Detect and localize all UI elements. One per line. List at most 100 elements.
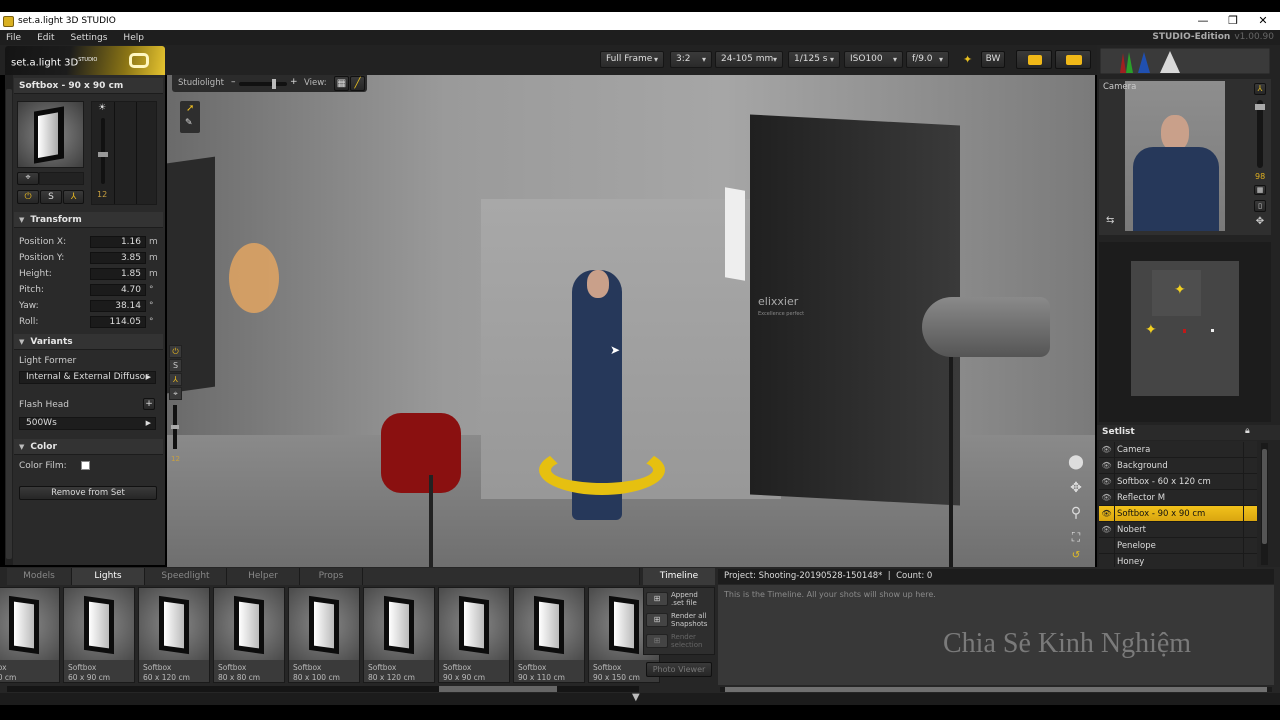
append-set-file-button[interactable]: ⊞ [646,592,668,606]
setlist-item[interactable]: 👁︎ Background [1099,458,1257,474]
reset-view-icon[interactable]: ↺ [1066,546,1086,566]
color-header[interactable]: ▼ Color [14,439,163,455]
aperture-dropdown[interactable]: f/9.0 [906,51,949,68]
menu-file[interactable]: File [0,33,27,43]
variants-header[interactable]: ▼ Variants [14,334,163,350]
remove-from-set-button[interactable]: Remove from Set [19,486,157,500]
power-slider[interactable] [98,118,108,184]
library-tab-props[interactable]: Props [300,568,363,585]
transform-value-input[interactable]: 38.14 [90,300,146,312]
library-tab-helper[interactable]: Helper [227,568,300,585]
portrait-toggle-icon[interactable]: ▯ [1254,200,1266,212]
stand-button[interactable]: ⅄ [63,190,84,204]
eye-icon[interactable]: 👁︎ [1099,458,1115,473]
menu-help[interactable]: Help [117,33,150,43]
ratio-dropdown[interactable]: 3:2 [670,51,712,68]
library-item[interactable]: Softbox 80 x 80 cm [213,587,285,683]
render-button[interactable] [1055,50,1091,69]
library-item[interactable]: Softbox 60 x 90 cm [63,587,135,683]
setlist-item-lock[interactable] [1243,490,1257,505]
camera-preview-image[interactable] [1125,81,1225,231]
side-slider-handle[interactable] [171,425,179,429]
library-scrollbar[interactable] [7,686,639,692]
eye-icon[interactable] [1099,538,1115,553]
setlist-item[interactable]: 👁︎ Reflector M [1099,490,1257,506]
transform-header[interactable]: ▼ Transform [14,212,163,228]
side-stand-button[interactable]: ⅄ [169,373,182,386]
close-button[interactable]: ✕ [1248,12,1278,30]
transform-value-input[interactable]: 4.70 [90,284,146,296]
slider-handle[interactable] [1255,104,1265,110]
render-all-button[interactable]: ⊞ [646,613,668,627]
maximize-button[interactable]: ❐ [1218,12,1248,30]
eye-icon[interactable]: 👁︎ [1099,522,1115,537]
setlist-item[interactable]: 👁︎ Nobert [1099,522,1257,538]
pan-icon[interactable]: ✥ [1066,478,1086,498]
flash-head-main[interactable] [922,297,1050,357]
photo-viewer-button[interactable]: Photo Viewer [646,662,712,677]
flash-head-select[interactable]: 500Ws ▶ [19,417,156,430]
light-former-select[interactable]: Internal & External Diffusor ▶ [19,371,156,384]
eye-icon[interactable]: 👁︎ [1099,474,1115,489]
shutter-dropdown[interactable]: 1/125 s [788,51,840,68]
camera-stand-button[interactable]: ⅄ [1254,83,1266,95]
library-item[interactable]: Softbox 90 x 90 cm [438,587,510,683]
grid-toggle-icon[interactable]: ▦ [1254,185,1266,195]
side-power-slider[interactable] [171,405,179,449]
library-tab-models[interactable]: Models [7,568,72,585]
eye-icon[interactable]: 👁︎ [1099,442,1115,457]
rotation-gizmo[interactable] [539,445,665,495]
measure-tool-icon[interactable]: ✎ [185,118,193,128]
library-scroll-thumb[interactable] [439,686,557,692]
menu-settings[interactable]: Settings [65,33,114,43]
camera-zoom-slider[interactable] [1255,100,1265,168]
bw-button[interactable]: BW [981,51,1005,68]
setlist-item[interactable]: 👁︎ Softbox - 60 x 120 cm [1099,474,1257,490]
floorplan-reflector[interactable] [1211,329,1214,332]
library-item[interactable]: Softbox 80 x 120 cm [363,587,435,683]
line-view-icon[interactable]: ╱ [350,76,365,91]
floorplan-map[interactable]: ✦ ✦ [1131,261,1239,396]
setlist-item-lock[interactable] [1243,442,1257,457]
setlist-item[interactable]: 👁︎ Camera [1099,442,1257,458]
library-item[interactable]: Softbox 80 x 100 cm [288,587,360,683]
eye-icon[interactable]: 👁︎ [1099,490,1115,505]
render-selection-button[interactable]: ⊞ [646,634,668,648]
setlist-scroll-thumb[interactable] [1262,449,1267,544]
transform-value-input[interactable]: 3.85 [90,252,146,264]
select-tool-icon[interactable]: ➚ [186,103,194,114]
target-light-button[interactable]: ⌖ [17,172,39,185]
solo-button[interactable]: S [40,190,62,204]
rotation-gizmo-left[interactable] [229,243,279,313]
flash-head-red[interactable] [381,413,461,493]
transform-value-input[interactable]: 1.16 [90,236,146,248]
add-flash-head-button[interactable]: + [143,398,155,410]
setlist-item-lock[interactable] [1243,458,1257,473]
power-toggle-button[interactable]: ⏻ [17,190,39,204]
setlist-item[interactable]: 👁︎ Softbox - 90 x 90 cm [1099,506,1257,522]
light-meter-icon[interactable]: ✦ [963,53,972,66]
left-scrollbar[interactable] [5,75,13,565]
library-item[interactable]: Softbox 90 x 110 cm [513,587,585,683]
eye-icon[interactable]: 👁︎ [1099,506,1115,521]
lens-dropdown[interactable]: 24-105 mm [715,51,783,68]
transform-value-input[interactable]: 1.85 [90,268,146,280]
collapse-panel-icon[interactable]: ▼ [632,692,640,703]
studiolight-minus[interactable]: – [231,77,236,87]
side-target-button[interactable]: ⌖ [169,387,182,400]
setlist-item-lock[interactable] [1243,522,1257,537]
library-tab-speedlight[interactable]: Speedlight [145,568,227,585]
fit-view-icon[interactable]: ⛶ [1066,527,1086,547]
timeline-scroll-thumb[interactable] [725,687,1267,692]
color-film-swatch[interactable] [81,461,90,470]
iso-dropdown[interactable]: ISO100 [844,51,903,68]
camera-move-icon[interactable]: ✥ [1254,216,1266,227]
grid-view-icon[interactable]: ▦ [334,76,349,91]
setlist-scrollbar[interactable] [1261,443,1268,565]
setlist-item-lock[interactable] [1243,538,1257,553]
swap-icon[interactable]: ⇆ [1106,215,1114,226]
library-tab-lights[interactable]: Lights [72,568,145,585]
floorplan-camera[interactable] [1183,329,1186,333]
3d-viewport[interactable]: elixxier Excellence perfect ➤ [167,75,1095,567]
floorplan-light-selected[interactable]: ✦ [1174,282,1186,298]
